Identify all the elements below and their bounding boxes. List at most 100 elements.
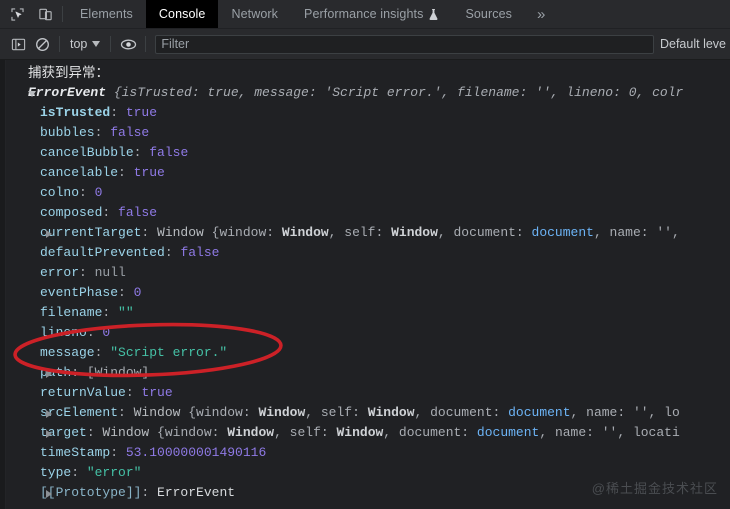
clear-console-icon[interactable] bbox=[30, 32, 54, 56]
property-key: currentTarget bbox=[40, 225, 142, 240]
property-separator: : bbox=[133, 145, 150, 160]
property-key: lineno bbox=[40, 325, 87, 340]
property-value: 0 bbox=[133, 285, 142, 300]
console-toolbar-divider-1 bbox=[59, 36, 60, 52]
chevron-collapsed-icon[interactable] bbox=[46, 230, 52, 238]
console-property-returnValue[interactable]: returnValue: true bbox=[6, 383, 730, 403]
property-separator: : bbox=[118, 405, 134, 420]
devtools-tabs: Elements Console Network Performance ins… bbox=[67, 0, 557, 28]
tab-console[interactable]: Console bbox=[145, 0, 219, 28]
console-message-intro: 捕获到异常： bbox=[28, 65, 109, 80]
property-key: eventPhase bbox=[40, 285, 119, 300]
tab-network[interactable]: Network bbox=[218, 0, 291, 28]
property-key: path bbox=[40, 365, 72, 380]
flask-icon bbox=[428, 8, 439, 21]
console-toolbar: top Default leve bbox=[0, 29, 730, 60]
watermark-text: @稀土掘金技术社区 bbox=[591, 481, 718, 496]
console-property-cancelable[interactable]: cancelable: true bbox=[6, 163, 730, 183]
console-property-bubbles[interactable]: bubbles: false bbox=[6, 123, 730, 143]
property-value: Window {window: Window, self: Window, do… bbox=[157, 225, 680, 240]
property-separator: : bbox=[102, 205, 119, 220]
property-key: colno bbox=[40, 185, 80, 200]
property-key: message bbox=[40, 345, 95, 360]
tab-performance-insights[interactable]: Performance insights bbox=[291, 0, 452, 28]
console-toolbar-divider-3 bbox=[145, 36, 147, 52]
console-property-filename[interactable]: filename: "" bbox=[6, 303, 730, 323]
chevron-collapsed-icon[interactable] bbox=[46, 410, 52, 418]
device-toolbar-icon[interactable] bbox=[34, 3, 56, 25]
console-property-eventPhase[interactable]: eventPhase: 0 bbox=[6, 283, 730, 303]
console-property-isTrusted[interactable]: isTrusted: true bbox=[6, 103, 730, 123]
execution-context-value: top bbox=[70, 37, 88, 51]
property-key: [[Prototype]] bbox=[40, 485, 142, 500]
tab-console-label: Console bbox=[158, 7, 206, 21]
tab-performance-insights-label: Performance insights bbox=[304, 7, 424, 21]
property-separator: : bbox=[125, 385, 142, 400]
tab-sources-label: Sources bbox=[465, 7, 512, 21]
property-separator: : bbox=[141, 485, 158, 500]
console-property-cancelBubble[interactable]: cancelBubble: false bbox=[6, 143, 730, 163]
property-separator: : bbox=[118, 285, 134, 300]
property-separator: : bbox=[141, 225, 158, 240]
property-separator: : bbox=[71, 365, 87, 380]
property-value: true bbox=[141, 385, 173, 400]
property-value: false bbox=[118, 205, 158, 220]
property-value: false bbox=[180, 245, 220, 260]
chevron-expanded-icon[interactable] bbox=[28, 91, 36, 97]
console-toolbar-divider-2 bbox=[110, 36, 112, 52]
property-separator: : bbox=[102, 305, 119, 320]
property-value: 0 bbox=[94, 185, 103, 200]
execution-context-selector[interactable]: top bbox=[65, 37, 105, 51]
property-value: "error" bbox=[86, 465, 142, 480]
property-separator: : bbox=[71, 465, 87, 480]
console-log-area: 捕获到异常： ErrorEvent {isTrusted: true, messa… bbox=[6, 60, 730, 509]
property-key: timeStamp bbox=[40, 445, 111, 460]
live-expression-icon[interactable] bbox=[116, 32, 140, 56]
console-object-header[interactable]: ErrorEvent {isTrusted: true, message: 'S… bbox=[6, 83, 730, 103]
console-property-timeStamp[interactable]: timeStamp: 53.100000001490116 bbox=[6, 443, 730, 463]
devtools-tabbar: Elements Console Network Performance ins… bbox=[0, 0, 730, 29]
console-property-message[interactable]: message: "Script error." bbox=[6, 343, 730, 363]
tab-elements-label: Elements bbox=[80, 7, 133, 21]
tabbar-overflow-button[interactable]: » bbox=[525, 0, 557, 28]
property-separator: : bbox=[94, 125, 111, 140]
console-property-lineno[interactable]: lineno: 0 bbox=[6, 323, 730, 343]
filter-field-wrapper bbox=[155, 34, 654, 54]
property-key: filename bbox=[40, 305, 103, 320]
property-value: "Script error." bbox=[110, 345, 228, 360]
property-value: false bbox=[149, 145, 189, 160]
console-property-currentTarget[interactable]: currentTarget: Window {window: Window, s… bbox=[6, 223, 730, 243]
property-value: "" bbox=[118, 305, 134, 320]
property-value: [Window] bbox=[86, 365, 150, 380]
tab-elements[interactable]: Elements bbox=[67, 0, 146, 28]
tab-sources[interactable]: Sources bbox=[452, 0, 525, 28]
chevron-collapsed-icon[interactable] bbox=[46, 430, 52, 438]
property-key: bubbles bbox=[40, 125, 95, 140]
show-console-sidebar-icon[interactable] bbox=[6, 32, 30, 56]
property-separator: : bbox=[118, 165, 134, 180]
property-key: composed bbox=[40, 205, 103, 220]
log-level-selector[interactable]: Default leve bbox=[660, 37, 730, 51]
chevron-down-icon bbox=[92, 41, 101, 47]
filter-input[interactable] bbox=[155, 34, 654, 54]
property-separator: : bbox=[86, 325, 103, 340]
chevron-collapsed-icon[interactable] bbox=[46, 490, 52, 498]
property-separator: : bbox=[94, 345, 111, 360]
console-property-target[interactable]: target: Window {window: Window, self: Wi… bbox=[6, 423, 730, 443]
console-property-composed[interactable]: composed: false bbox=[6, 203, 730, 223]
property-value: Window {window: Window, self: Window, do… bbox=[133, 405, 680, 420]
property-separator: : bbox=[79, 265, 95, 280]
chevron-collapsed-icon[interactable] bbox=[46, 370, 52, 378]
property-key: cancelable bbox=[40, 165, 119, 180]
property-key: isTrusted bbox=[40, 105, 111, 120]
console-property-defaultPrevented[interactable]: defaultPrevented: false bbox=[6, 243, 730, 263]
property-value: 0 bbox=[102, 325, 111, 340]
console-property-error[interactable]: error: null bbox=[6, 263, 730, 283]
property-value: 53.100000001490116 bbox=[125, 445, 267, 460]
inspect-element-icon[interactable] bbox=[6, 3, 28, 25]
console-property-colno[interactable]: colno: 0 bbox=[6, 183, 730, 203]
property-value: Window {window: Window, self: Window, do… bbox=[102, 425, 680, 440]
property-key: returnValue bbox=[40, 385, 126, 400]
console-property-srcElement[interactable]: srcElement: Window {window: Window, self… bbox=[6, 403, 730, 423]
console-property-path[interactable]: path: [Window] bbox=[6, 363, 730, 383]
